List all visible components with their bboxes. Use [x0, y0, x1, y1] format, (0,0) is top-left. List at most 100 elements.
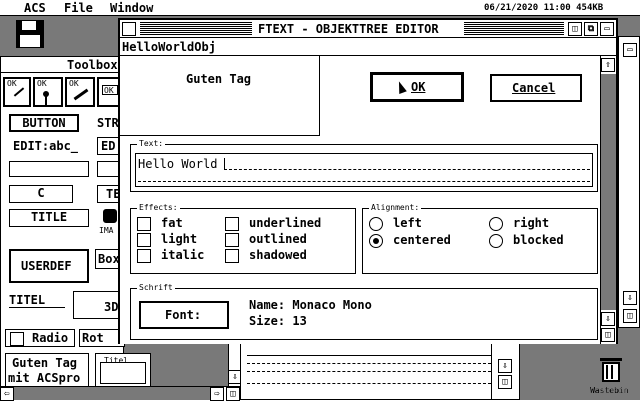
trash-icon[interactable] — [596, 354, 626, 384]
align-centered-label: centered — [393, 233, 451, 247]
align-blocked-label: blocked — [513, 233, 564, 247]
tool-c[interactable]: C — [9, 185, 73, 203]
shadowed-checkbox[interactable] — [225, 249, 239, 263]
alignment-group: Alignment: left centered right blocked — [362, 203, 598, 274]
toolbox-titlebar[interactable]: Toolbox — [1, 57, 123, 73]
tool-titel-underline — [9, 307, 65, 308]
tool-running-man-icon[interactable]: OK — [33, 77, 63, 107]
tool-icon-label: OK — [104, 86, 114, 95]
effects-group: Effects: fat light italic underlined out… — [130, 203, 356, 274]
tool-icon-label: OK — [69, 79, 79, 88]
toolbox-hscrollbar[interactable]: ⇦ ⇨ ◫ — [0, 386, 240, 401]
tool-empty-field[interactable] — [9, 161, 89, 177]
tool-multiline-text[interactable]: Guten Tag mit ACSpro — [5, 353, 89, 389]
background-window-scrollbar[interactable]: ⇩ ◫ — [491, 341, 519, 399]
light-label: light — [161, 232, 198, 246]
tool-multiline-line2: mit ACSpro — [8, 371, 81, 385]
object-name: HelloWorldObj — [122, 40, 216, 54]
tool-box-label: Box — [98, 252, 120, 266]
font-name: Name: Monaco Mono — [249, 298, 372, 312]
tool-edit[interactable]: EDIT:abc_ — [13, 139, 78, 153]
cancel-button-label: Cancel — [512, 81, 556, 95]
scroll-left-icon[interactable]: ⇦ — [0, 387, 14, 401]
font-button[interactable]: Font: — [139, 301, 229, 329]
tool-titled-frame[interactable]: Titel — [95, 353, 151, 389]
preview-box: Guten Tag — [120, 56, 320, 136]
scroll-up-icon[interactable]: ⇧ — [601, 58, 615, 72]
text-input[interactable]: Hello World — [135, 153, 593, 187]
tool-image-label: IMA — [99, 226, 114, 235]
ok-button-label: OK — [411, 80, 426, 94]
tool-image-icon[interactable] — [103, 209, 117, 223]
font-group-title: Schrift — [137, 283, 175, 292]
align-right-radio[interactable] — [489, 217, 503, 231]
tool-radio-label: Radio — [32, 331, 69, 345]
tool-button[interactable]: BUTTON — [9, 114, 79, 132]
tool-button-label: BUTTON — [22, 116, 66, 130]
scroll-down-icon[interactable]: ⇩ — [601, 312, 615, 326]
scroll-right-icon[interactable]: ⇨ — [210, 387, 224, 401]
menu-window[interactable]: Window — [110, 1, 153, 15]
stacked-window-edge: ▭ ⇩ ◫ — [618, 36, 640, 328]
tool-radio[interactable]: Radio — [5, 329, 75, 347]
dialog-vscrollbar[interactable]: ⇧ ⇩ ◫ — [600, 56, 616, 344]
scroll-down-icon[interactable]: ⇩ — [623, 291, 637, 305]
tool-userdef[interactable]: USERDEF — [9, 249, 89, 283]
scroll-down-icon[interactable]: ⇩ — [498, 359, 512, 373]
close-window-icon[interactable] — [122, 22, 136, 36]
light-checkbox[interactable] — [137, 233, 151, 247]
shadowed-label: shadowed — [249, 248, 307, 262]
menu-bar: ACS File Window 06/21/2020 11:00 454KB — [0, 0, 640, 16]
tool-c-label: C — [37, 186, 45, 200]
cancel-button[interactable]: Cancel — [490, 74, 582, 102]
underlined-checkbox[interactable] — [225, 217, 239, 231]
text-group: Text: Hello World — [130, 139, 598, 192]
clock-status: 06/21/2020 11:00 454KB — [484, 3, 604, 13]
align-blocked-radio[interactable] — [489, 234, 503, 248]
tool-radio-checkbox — [10, 332, 24, 346]
text-input-line2 — [138, 181, 590, 182]
tool-multiline-line1: Guten Tag — [12, 356, 78, 370]
tool-wrench-icon[interactable]: OK — [65, 77, 95, 107]
italic-checkbox[interactable] — [137, 249, 151, 263]
fat-label: fat — [161, 216, 183, 230]
font-button-label: Font: — [165, 308, 202, 322]
align-right-label: right — [513, 216, 550, 230]
italic-label: italic — [161, 248, 205, 262]
tool-title[interactable]: TITLE — [9, 209, 89, 227]
backdrop-icon[interactable]: ⧉ — [584, 22, 598, 36]
scroll-track[interactable] — [601, 74, 616, 310]
tool-titel[interactable]: TITEL — [9, 293, 45, 307]
scroll-track[interactable] — [14, 387, 210, 400]
dialog-content: Guten Tag OK Cancel Text: Hello World Ef… — [120, 56, 600, 344]
fullscreen-icon[interactable]: ▭ — [600, 22, 614, 36]
resize-icon[interactable]: ◫ — [623, 309, 637, 323]
window-full-icon[interactable]: ▭ — [623, 43, 637, 57]
floppy-disk-icon[interactable] — [14, 18, 46, 50]
outlined-checkbox[interactable] — [225, 233, 239, 247]
tool-string[interactable]: STR — [97, 116, 119, 130]
window-titlebar[interactable]: FTEXT - OBJEKTTREE EDITOR ◫ ⧉ ▭ — [120, 20, 616, 38]
ok-button[interactable]: OK — [370, 72, 464, 102]
align-left-radio[interactable] — [369, 217, 383, 231]
resize-icon[interactable]: ◫ — [226, 387, 240, 401]
menu-file[interactable]: File — [64, 1, 93, 15]
tool-edit-icon[interactable]: OK — [3, 77, 31, 107]
resize-icon[interactable]: ◫ — [601, 328, 615, 342]
outlined-label: outlined — [249, 232, 307, 246]
fat-checkbox[interactable] — [137, 217, 151, 231]
align-left-label: left — [393, 216, 422, 230]
text-input-line1 — [224, 169, 590, 170]
align-centered-radio[interactable] — [369, 234, 383, 248]
underlined-label: underlined — [249, 216, 322, 230]
titlebar-stripes-right — [464, 22, 564, 36]
ftext-editor-window: FTEXT - OBJEKTTREE EDITOR ◫ ⧉ ▭ HelloWor… — [118, 18, 618, 344]
tool-3d-label: 3D — [104, 300, 119, 314]
menu-acs[interactable]: ACS — [24, 1, 46, 15]
alignment-group-title: Alignment: — [369, 203, 422, 212]
resize-icon[interactable]: ◫ — [498, 375, 512, 389]
background-window: ⇩ ◫ — [240, 340, 520, 400]
mouse-pointer-icon — [395, 79, 407, 95]
window-title: FTEXT - OBJEKTTREE EDITOR — [252, 22, 445, 36]
iconify-icon[interactable]: ◫ — [568, 22, 582, 36]
